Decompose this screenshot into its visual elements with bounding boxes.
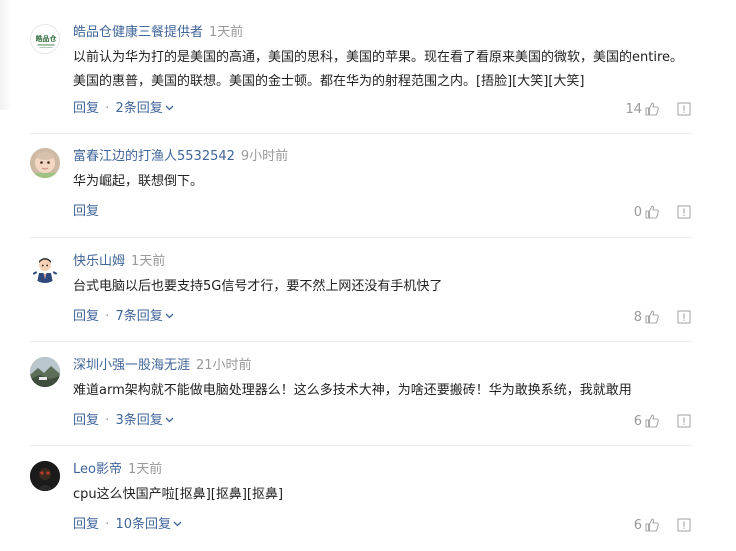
avatar-logo-text: 皓品仓	[36, 34, 58, 43]
replies-count-label: 7条回复	[115, 309, 163, 324]
username[interactable]: 皓品仓健康三餐提供者	[73, 25, 203, 40]
chevron-down-icon	[165, 415, 174, 424]
view-replies-button[interactable]: 3条回复	[115, 413, 174, 428]
thumbs-up-icon[interactable]	[644, 204, 660, 220]
comment-tools: 6	[634, 412, 692, 430]
comment-item: Leo影帝 1天前 cpu这么快国产啦[抠鼻][抠鼻][抠鼻] 回复 · 10条回…	[30, 461, 692, 551]
thumbs-up-icon[interactable]	[644, 101, 660, 117]
avatar[interactable]	[30, 253, 60, 283]
like-count: 6	[633, 517, 642, 533]
avatar[interactable]	[30, 357, 60, 387]
left-edge-shadow	[0, 0, 12, 110]
comment-item: 皓品仓 皓品仓健康三餐提供者 1天前 以前认为华为打的是美国的高通，美国的思科，美…	[30, 24, 692, 134]
avatar[interactable]	[30, 148, 60, 178]
chevron-down-icon	[165, 311, 174, 320]
reply-button[interactable]: 回复	[73, 517, 99, 532]
comment-actions: 回复 · 3条回复	[73, 412, 174, 430]
like-count: 14	[625, 101, 642, 117]
username[interactable]: 快乐山姆	[73, 254, 125, 269]
username[interactable]: 深圳小强一股海无涯	[73, 358, 190, 373]
like-count: 0	[633, 204, 642, 220]
view-replies-button[interactable]: 7条回复	[115, 309, 174, 324]
reply-button[interactable]: 回复	[73, 309, 99, 324]
comment-actions: 回复	[73, 203, 99, 221]
report-icon[interactable]	[676, 413, 692, 429]
comment-actions: 回复 · 2条回复	[73, 100, 174, 118]
thumbs-up-icon[interactable]	[644, 517, 660, 533]
view-replies-button[interactable]: 10条回复	[115, 517, 182, 532]
reply-button[interactable]: 回复	[73, 413, 99, 428]
report-icon[interactable]	[676, 204, 692, 220]
chevron-down-icon	[165, 103, 174, 112]
thumbs-up-icon[interactable]	[644, 413, 660, 429]
comment-actions: 回复 · 10条回复	[73, 516, 182, 534]
replies-count-label: 3条回复	[115, 413, 163, 428]
timestamp: 9小时前	[240, 149, 289, 164]
comment-tools: 14	[625, 100, 692, 118]
chevron-down-icon	[173, 519, 182, 528]
like-count: 6	[633, 413, 642, 429]
comment-meta: 深圳小强一股海无涯 21小时前	[73, 357, 252, 375]
avatar[interactable]	[30, 461, 60, 491]
landscape-photo-icon	[30, 357, 60, 387]
separator: ·	[105, 413, 110, 428]
comment-text: 难道arm架构就不能做电脑处理器么！这么多技术大神，为啥还要搬砖！华为敢换系统，…	[73, 383, 632, 398]
comment-page: 皓品仓 皓品仓健康三餐提供者 1天前 以前认为华为打的是美国的高通，美国的思科，美…	[0, 0, 736, 551]
dark-photo-icon	[30, 461, 60, 491]
brand-logo-icon: 皓品仓	[31, 25, 59, 53]
comment-tools: 6	[634, 516, 692, 534]
comment-text: 台式电脑以后也要支持5G信号才行，要不然上网还没有手机快了	[73, 279, 443, 294]
separator: ·	[105, 517, 110, 532]
timestamp: 1天前	[131, 254, 166, 269]
comment-tools: 0	[634, 203, 692, 221]
timestamp: 1天前	[209, 25, 244, 40]
comment-meta: 快乐山姆 1天前	[73, 253, 165, 271]
reply-button[interactable]: 回复	[73, 101, 99, 116]
username[interactable]: Leo影帝	[73, 462, 122, 477]
comment-meta: Leo影帝 1天前	[73, 461, 162, 479]
report-icon[interactable]	[676, 517, 692, 533]
reply-button[interactable]: 回复	[73, 204, 99, 219]
cartoon-man-icon	[30, 253, 60, 283]
comment-text: 华为崛起，联想倒下。	[73, 174, 204, 189]
separator: ·	[105, 309, 110, 324]
baby-photo-icon	[30, 148, 60, 178]
comment-item: 快乐山姆 1天前 台式电脑以后也要支持5G信号才行，要不然上网还没有手机快了 回复…	[30, 253, 692, 342]
comment-meta: 富春江边的打渔人5532542 9小时前	[73, 148, 288, 166]
report-icon[interactable]	[676, 101, 692, 117]
avatar[interactable]: 皓品仓	[30, 24, 60, 54]
thumbs-up-icon[interactable]	[644, 309, 660, 325]
comment-text: cpu这么快国产啦[抠鼻][抠鼻][抠鼻]	[73, 487, 284, 502]
comment-tools: 8	[634, 308, 692, 326]
comment-item: 富春江边的打渔人5532542 9小时前 华为崛起，联想倒下。 回复 0	[30, 148, 692, 238]
replies-count-label: 10条回复	[115, 517, 171, 532]
comment-text: 以前认为华为打的是美国的高通，美国的思科，美国的苹果。现在看了看原来美国的微软，…	[73, 50, 684, 89]
timestamp: 1天前	[127, 462, 163, 477]
view-replies-button[interactable]: 2条回复	[115, 101, 174, 116]
comment-actions: 回复 · 7条回复	[73, 308, 174, 326]
like-count: 8	[633, 309, 642, 325]
separator: ·	[105, 101, 110, 116]
comment-item: 深圳小强一股海无涯 21小时前 难道arm架构就不能做电脑处理器么！这么多技术大神…	[30, 357, 692, 446]
username[interactable]: 富春江边的打渔人5532542	[73, 149, 235, 164]
comment-meta: 皓品仓健康三餐提供者 1天前	[73, 24, 243, 42]
replies-count-label: 2条回复	[115, 101, 163, 116]
report-icon[interactable]	[676, 309, 692, 325]
timestamp: 21小时前	[196, 358, 252, 373]
